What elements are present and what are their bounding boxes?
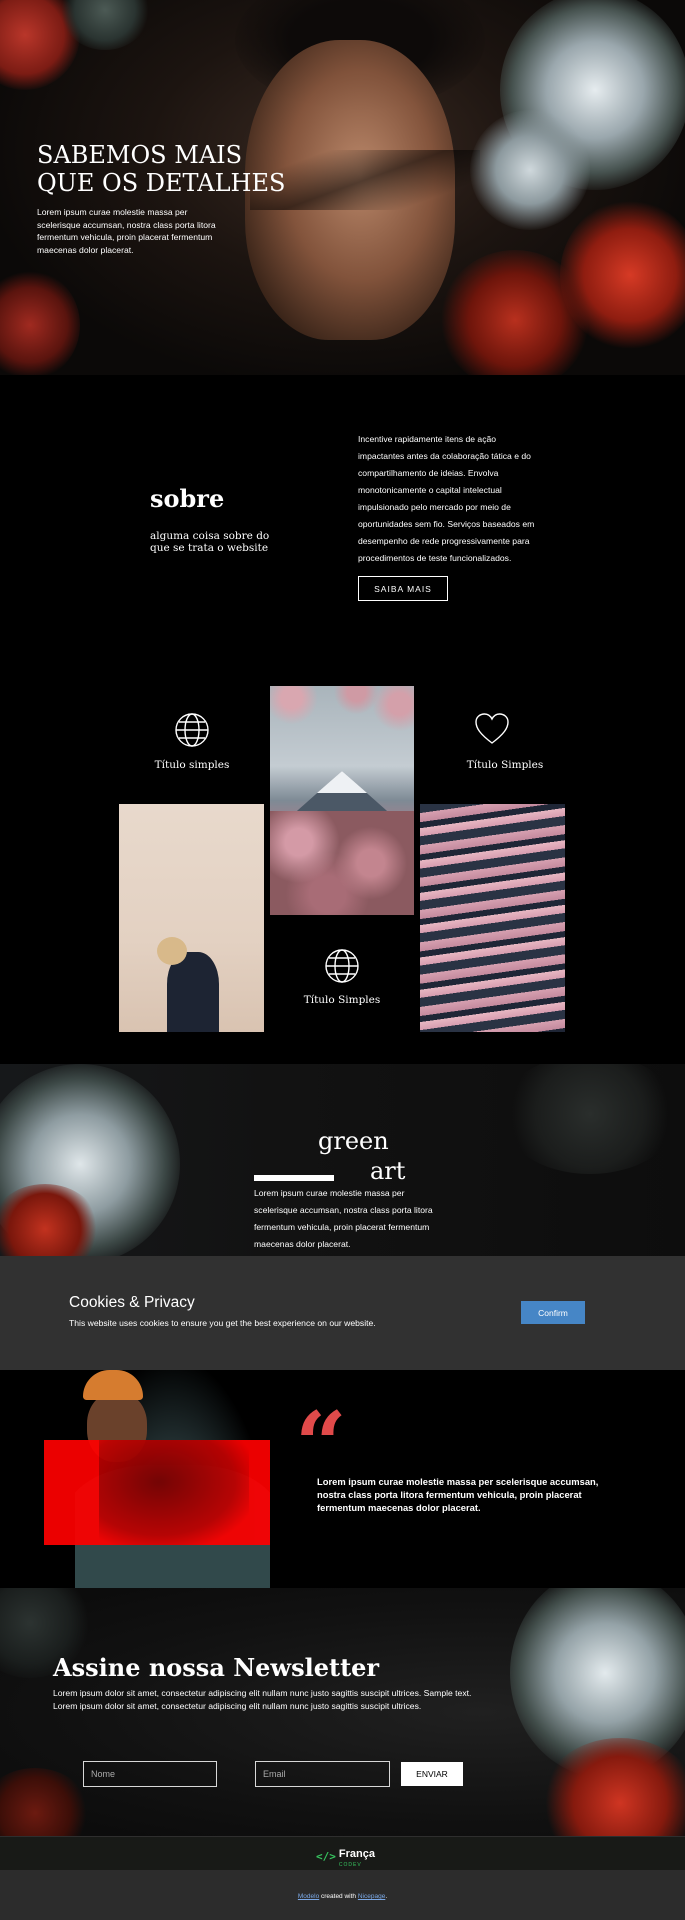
newsletter-text: Lorem ipsum dolor sit amet, consectetur … xyxy=(53,1688,472,1711)
learn-more-button[interactable]: SAIBA MAIS xyxy=(358,576,448,601)
about-text: Incentive rapidamente itens de ação impa… xyxy=(358,434,535,563)
about-subtitle: alguma coisa sobre do que se trata o web… xyxy=(150,530,270,554)
flower-decoration xyxy=(0,1768,90,1836)
testimonial-text: Lorem ipsum curae molestie massa per sce… xyxy=(317,1476,599,1513)
globe-icon xyxy=(174,712,210,748)
gallery-title-3: Título Simples xyxy=(303,994,381,1006)
paint-texture-photo xyxy=(420,804,565,1032)
cookie-title: Cookies & Privacy xyxy=(69,1294,195,1311)
flower-decoration xyxy=(500,1064,680,1174)
heart-icon xyxy=(474,712,510,748)
newsletter-title: Assine nossa Newsletter xyxy=(53,1653,380,1682)
hero-title: SABEMOS MAIS QUE OS DETALHES xyxy=(37,141,286,197)
email-input[interactable] xyxy=(255,1761,390,1787)
footer-text: Modelo created with Nicepage. xyxy=(297,1893,388,1900)
about-title: sobre xyxy=(150,484,225,513)
red-overlay-block xyxy=(44,1440,270,1545)
divider xyxy=(254,1175,334,1181)
cookie-text: This website uses cookies to ensure you … xyxy=(69,1318,376,1328)
woman-photo xyxy=(119,804,264,1032)
name-input[interactable] xyxy=(83,1761,217,1787)
gallery-title-2: Título Simples xyxy=(466,759,544,771)
green-art-title-line1: green xyxy=(318,1127,389,1155)
green-art-text: Lorem ipsum curae molestie massa per sce… xyxy=(254,1188,433,1249)
brand-subtitle: CODEV xyxy=(338,1862,362,1868)
send-button[interactable]: ENVIAR xyxy=(401,1762,463,1786)
footer-link-modelo[interactable]: Modelo xyxy=(298,1893,319,1900)
brand-name: França xyxy=(338,1848,375,1860)
gallery-title-1: Título simples xyxy=(154,759,230,771)
hero-text: Lorem ipsum curae molestie massa per sce… xyxy=(37,207,216,255)
mountain-photo xyxy=(270,686,414,915)
globe-icon xyxy=(324,948,360,984)
green-art-title-line2: art xyxy=(370,1157,406,1185)
flower-decoration xyxy=(470,110,590,230)
flower-decoration xyxy=(0,270,80,375)
confirm-cookies-button[interactable]: Confirm xyxy=(521,1301,585,1324)
code-icon: </> xyxy=(316,1849,336,1863)
brand-logo[interactable]: </> França CODEV xyxy=(316,1844,375,1869)
footer-link-nicepage[interactable]: Nicepage xyxy=(358,1893,385,1900)
